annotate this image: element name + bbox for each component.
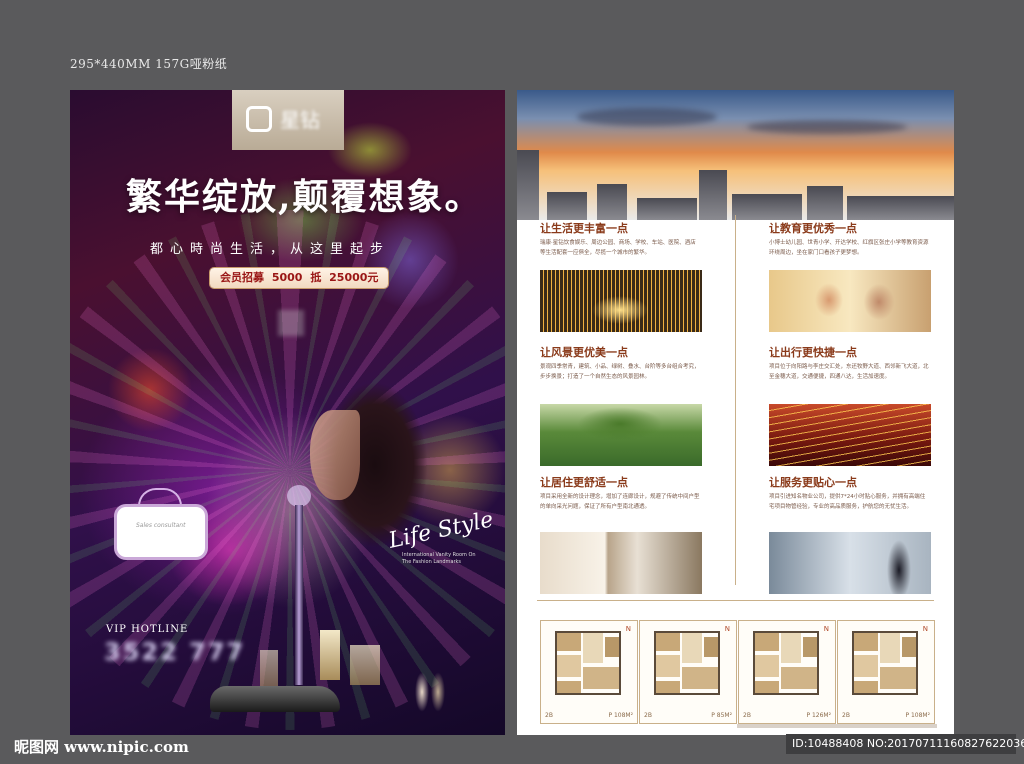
plan-area: P 85M² [711, 712, 732, 719]
security-guard-photo [769, 532, 931, 594]
floor-plan: N 2B P 108M² [837, 620, 935, 724]
section-body: 景观四季常青，建筑、小品、绿树、叠水、台阶等多台组合考究，步步换景；打造了一个自… [540, 364, 700, 380]
city-night-photo [540, 270, 702, 332]
garden-photo [540, 404, 702, 466]
member-amount-1: 5000 [271, 271, 303, 284]
section-body: 瑞康·星钻饮食娱乐、周边公园、商场、学校、车站、医院、酒店等生活配套一应俱全，尽… [540, 240, 696, 256]
plan-label: 2B [644, 712, 652, 719]
poster-headline: 繁华绽放,颠覆想象。 [126, 176, 483, 218]
compass-icon: N [625, 625, 631, 633]
frame-note: Sales consultant [136, 522, 186, 529]
section-body: 小博士幼儿园、世青小学、开达学校、红旗区张庄小学等教育资源环绕周边，坐在家门口看… [769, 240, 929, 256]
floor-plan-drawing [555, 631, 621, 695]
floor-plan: N 2B P 126M² [738, 620, 836, 724]
floor-plan-drawing [753, 631, 819, 695]
section-title: 让出行更快捷一点 [769, 346, 857, 359]
cloud [577, 108, 717, 126]
floor-plan: N 2B P 85M² [639, 620, 737, 724]
building-2 [350, 645, 380, 685]
floor-plan-drawing [852, 631, 918, 695]
building-1 [320, 630, 340, 680]
section-body: 项目位于向阳路与李庄交汇处，东还牧野大道、西邻新飞大道，北至金穗大道，交通便捷，… [769, 364, 929, 380]
section-body: 项目采用全新的设计理念，增加了连廊设计，规避了传统中间户型的单向采光问题，保证了… [540, 494, 700, 510]
plan-area: P 108M² [905, 712, 930, 719]
floor-plan-drawing [654, 631, 720, 695]
couple-walking [410, 662, 450, 720]
plans-divider [537, 600, 934, 601]
logo-mark-icon [246, 106, 272, 132]
member-promo-badge: 会员招募 5000 抵 25000元 [210, 268, 389, 288]
plan-area: P 126M² [806, 712, 831, 719]
compass-icon: N [823, 625, 829, 633]
tower-shaft [295, 505, 303, 685]
print-spec-label: 295*440MM 157G哑粉纸 [70, 57, 228, 71]
plan-label: 2B [743, 712, 751, 719]
logo-text: 星钻 [280, 108, 320, 132]
hotline-number: 3522 777 [104, 638, 246, 666]
compass-icon: N [724, 625, 730, 633]
qr-code-blurred [278, 310, 304, 336]
watermark-id: ID:10488408 NO:20170711160827622036 [786, 734, 1024, 754]
poster-subline: 都心時尚生活，从这里起步 [150, 242, 391, 257]
disclaimer-bar [737, 724, 937, 728]
member-amount-2: 25000元 [329, 271, 379, 284]
section-title: 让教育更优秀一点 [769, 222, 857, 235]
plan-area: P 108M² [608, 712, 633, 719]
frame-inner [114, 504, 208, 560]
cloud [747, 120, 907, 134]
watermark-site: 昵图网 www.nipic.com [14, 736, 189, 757]
column-divider [735, 215, 736, 585]
brand-logo: 星钻 [232, 90, 344, 150]
skyline-buildings [517, 150, 954, 220]
compass-icon: N [922, 625, 928, 633]
corridor-photo [540, 532, 702, 594]
plan-label: 2B [842, 712, 850, 719]
floor-plan: N 2B P 108M² [540, 620, 638, 724]
children-photo [769, 270, 931, 332]
member-pre: 会员招募 [220, 271, 264, 284]
section-body: 项目引进知名物业公司，提供7*24小时贴心服务，并拥有高端住宅项目物管经验，专业… [769, 494, 926, 510]
tv-tower [285, 485, 313, 685]
flyer-back: 让生活更丰富一点 瑞康·星钻饮食娱乐、周边公园、商场、学校、车站、医院、酒店等生… [517, 90, 954, 735]
watermark-url: www.nipic.com [64, 738, 189, 756]
city-skyline-photo [517, 90, 954, 220]
tower-pod [287, 485, 311, 507]
section-title: 让服务更贴心一点 [769, 476, 857, 489]
section-title: 让生活更丰富一点 [540, 222, 628, 235]
poster-front: 星钻 繁华绽放,颠覆想象。 都心時尚生活，从这里起步 会员招募 5000 抵 2… [70, 90, 505, 735]
plan-label: 2B [545, 712, 553, 719]
lifestyle-subtext: International Vanity Room On The Fashion… [402, 552, 476, 565]
hotline-label: VIP HOTLINE [106, 624, 189, 635]
woman-face [310, 410, 360, 500]
member-mid: 抵 [310, 271, 322, 284]
traffic-photo [769, 404, 931, 466]
consultant-frame: Sales consultant [106, 488, 210, 562]
section-title: 让居住更舒适一点 [540, 476, 628, 489]
section-title: 让风景更优美一点 [540, 346, 628, 359]
classic-car [210, 686, 340, 712]
building-3 [260, 650, 278, 690]
watermark-site-cn: 昵图网 [14, 738, 60, 756]
